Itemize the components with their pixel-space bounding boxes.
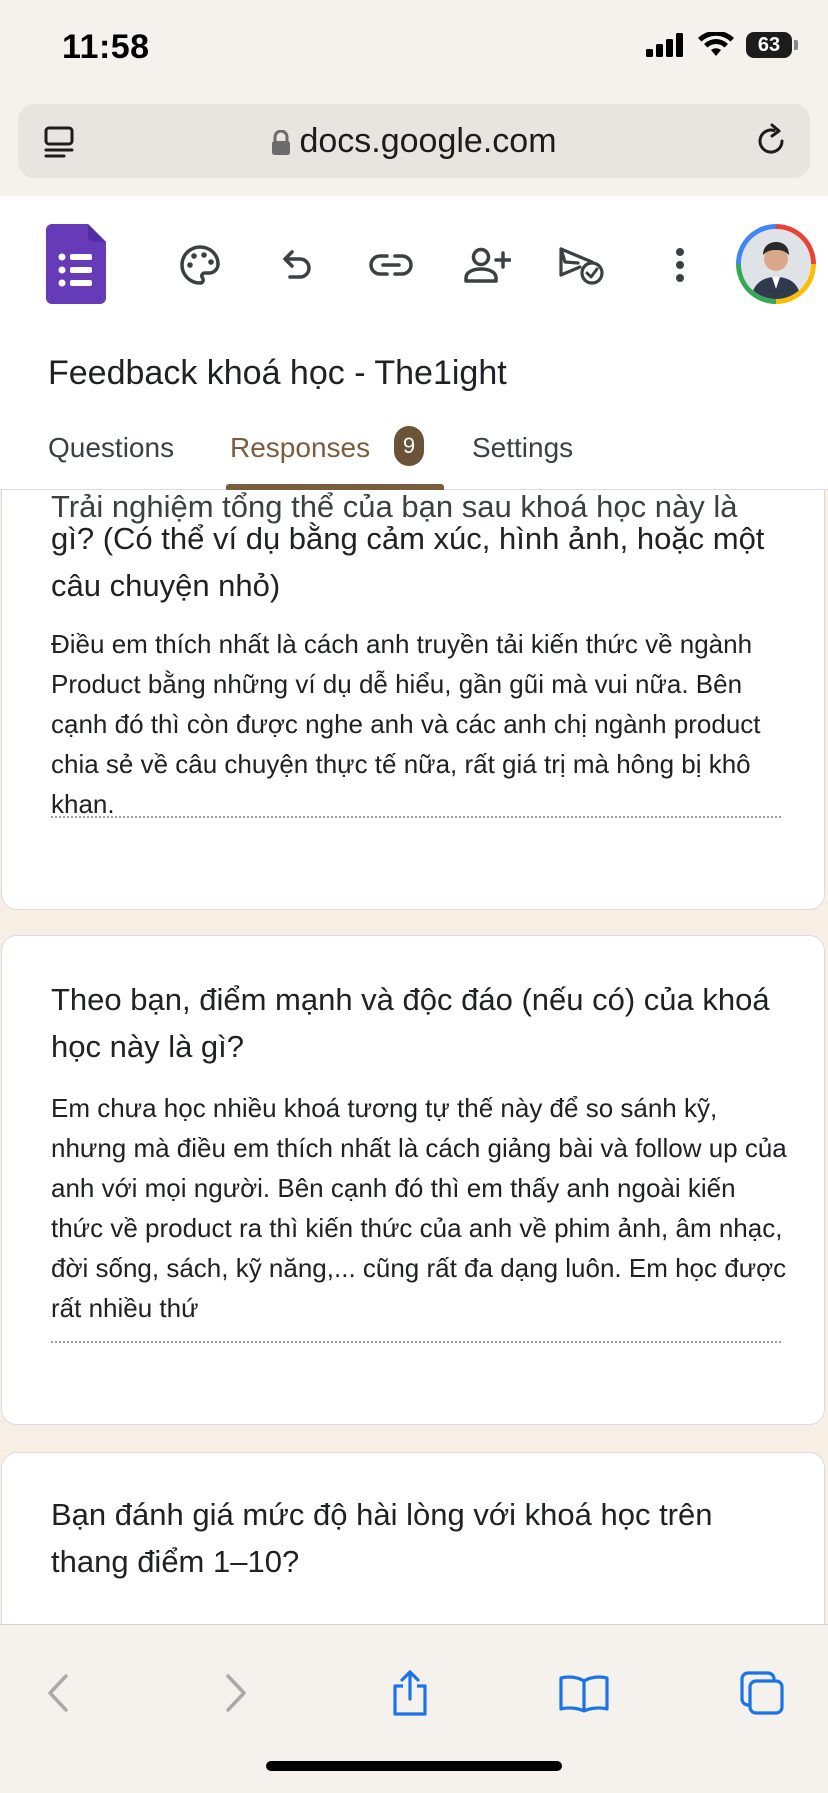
avatar-photo (741, 229, 811, 299)
wifi-icon (698, 32, 734, 56)
question-text: Bạn đánh giá mức độ hài lòng với khoá họ… (51, 1497, 713, 1579)
back-button[interactable] (26, 1661, 90, 1725)
browser-bottom-toolbar (0, 1624, 828, 1793)
add-person-icon[interactable] (462, 240, 512, 290)
share-button[interactable] (378, 1661, 442, 1725)
battery-tip (794, 40, 798, 50)
responses-count-badge: 9 (394, 426, 424, 466)
answer-text: Em chưa học nhiều khoá tương tự thế này … (51, 1093, 787, 1323)
responses-content[interactable]: Trải nghiệm tổng thể của bạn sau khoá họ… (0, 490, 828, 1624)
bookmarks-icon (559, 1675, 609, 1713)
back-icon (48, 1674, 68, 1712)
undo-icon[interactable] (271, 240, 321, 290)
url-display: docs.google.com (18, 104, 810, 178)
battery-indicator: 63 (746, 32, 792, 58)
forms-toolbar (0, 224, 828, 304)
question-text: Theo bạn, điểm mạnh và độc đáo (nếu có) … (51, 982, 770, 1064)
person-silhouette-icon (741, 229, 811, 299)
tab-settings[interactable]: Settings (472, 432, 573, 464)
reload-icon[interactable] (752, 122, 790, 160)
tabs-button[interactable] (730, 1661, 794, 1725)
question-text-line: gì? (Có thể ví dụ bằng cảm xúc, hình ảnh… (51, 521, 765, 556)
form-tabs: Questions Responses 9 Settings (0, 426, 828, 490)
tab-responses[interactable]: Responses (230, 432, 370, 464)
answer-text: Điều em thích nhất là cách anh truyền tả… (51, 629, 761, 819)
response-card: Trải nghiệm tổng thể của bạn sau khoá họ… (1, 490, 825, 910)
battery-level: 63 (757, 33, 781, 56)
home-indicator (266, 1761, 562, 1771)
more-vert-icon[interactable] (655, 240, 705, 290)
response-card: Bạn đánh giá mức độ hài lòng với khoá họ… (1, 1452, 825, 1624)
status-bar: 11:58 63 (0, 0, 828, 96)
status-time: 11:58 (62, 28, 150, 66)
forward-button[interactable] (204, 1661, 268, 1725)
question-text-line: câu chuyện nhỏ) (51, 568, 281, 603)
cellular-signal-icon (646, 33, 683, 57)
form-title: Feedback khoá học - The1ight (48, 354, 507, 392)
google-forms-logo-icon[interactable] (46, 224, 106, 304)
share-icon (393, 1670, 427, 1716)
palette-icon[interactable] (175, 240, 225, 290)
response-card: Theo bạn, điểm mạnh và độc đáo (nếu có) … (1, 935, 825, 1425)
address-bar[interactable]: docs.google.com (18, 104, 810, 178)
url-text: docs.google.com (299, 122, 557, 160)
tab-questions[interactable]: Questions (48, 432, 174, 464)
bookmarks-button[interactable] (552, 1661, 616, 1725)
link-icon[interactable] (366, 240, 416, 290)
status-icons: 63 (646, 32, 798, 58)
forms-header: Feedback khoá học - The1ight Questions R… (0, 196, 828, 490)
account-avatar[interactable] (736, 224, 816, 304)
browser-url-area: docs.google.com (0, 96, 828, 197)
tabs-icon (740, 1671, 784, 1715)
answer-underline (51, 816, 781, 818)
answer-underline (51, 1341, 781, 1343)
lock-icon (272, 130, 291, 156)
send-icon[interactable] (557, 240, 607, 290)
forward-icon (226, 1674, 246, 1712)
